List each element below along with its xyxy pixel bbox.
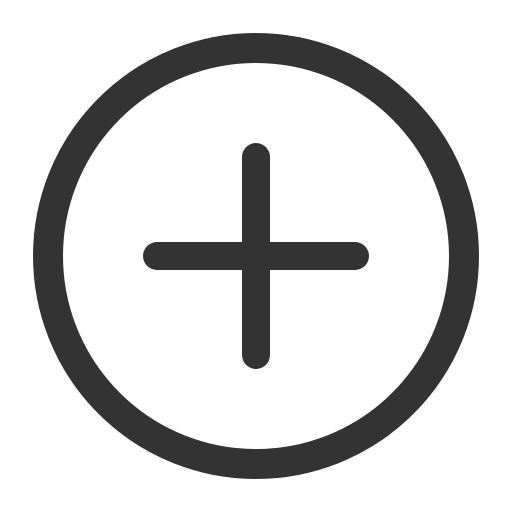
add-circle-icon — [33, 33, 479, 479]
add-circle-button[interactable] — [0, 0, 512, 512]
